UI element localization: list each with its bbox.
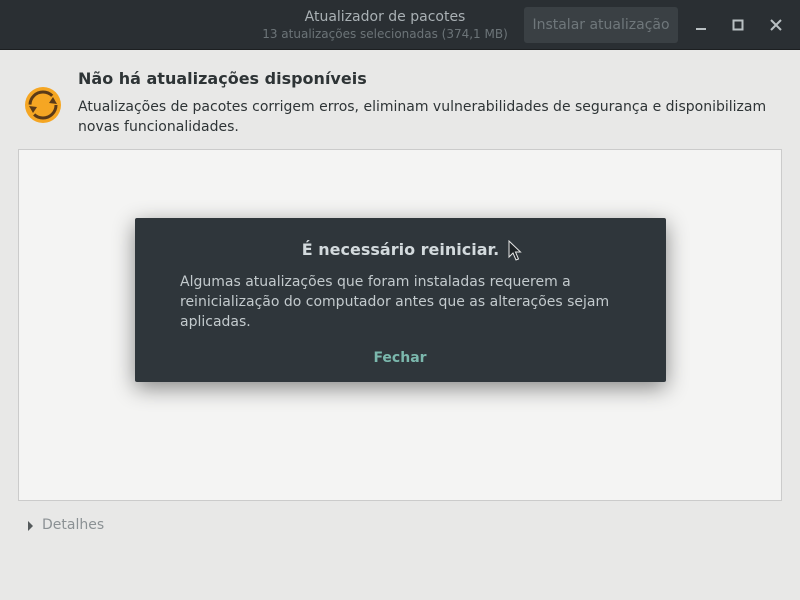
header-bar: Atualizador de pacotes 13 atualizações s… (0, 0, 800, 50)
close-icon (770, 19, 782, 31)
maximize-button[interactable] (725, 12, 751, 38)
mouse-pointer-icon (508, 240, 522, 262)
dialog-message: Algumas atualizações que foram instalada… (180, 274, 610, 330)
minimize-button[interactable] (688, 12, 714, 38)
install-update-button[interactable]: Instalar atualização (524, 7, 678, 43)
close-dialog-button[interactable]: Fechar (350, 346, 450, 370)
restart-required-dialog: É necessário reiniciar. Algumas atualiza… (135, 218, 666, 382)
details-label: Detalhes (42, 517, 105, 533)
expander-arrow-icon (28, 521, 33, 531)
page-description: Atualizações de pacotes corrigem erros, … (78, 99, 767, 135)
software-update-icon (22, 85, 64, 125)
maximize-icon (732, 19, 744, 31)
minimize-icon (696, 28, 706, 30)
page-title: Não há atualizações disponíveis (78, 69, 367, 88)
close-window-button[interactable] (763, 12, 789, 38)
dialog-title: É necessário reiniciar. (301, 240, 500, 259)
